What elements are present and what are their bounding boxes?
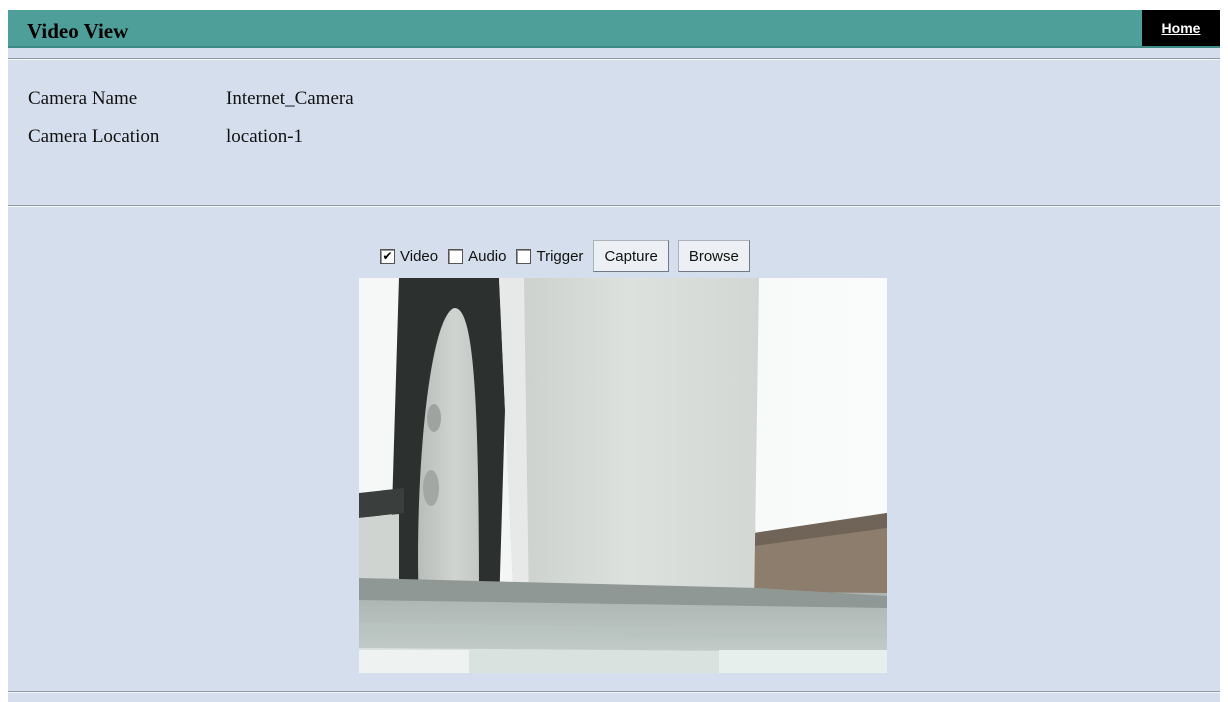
trigger-checkbox-box[interactable] xyxy=(516,248,532,264)
camera-location-value: location-1 xyxy=(226,126,304,147)
top-divider xyxy=(8,58,1220,60)
camera-video-feed xyxy=(359,278,887,673)
title-bar: Video View Home xyxy=(8,10,1220,48)
video-view-page: Video View Home Camera Name Internet_Cam… xyxy=(8,10,1220,702)
audio-checkbox-box[interactable] xyxy=(448,248,464,264)
bottom-divider xyxy=(8,691,1220,693)
video-frame-image xyxy=(359,278,887,673)
trigger-checkbox-label: Trigger xyxy=(536,247,584,265)
video-checkbox-box[interactable]: ✔ xyxy=(380,248,395,264)
camera-location-label: Camera Location xyxy=(28,126,160,147)
capture-button[interactable]: Capture xyxy=(593,240,669,272)
video-controls: ✔ Video Audio Trigger Capture Browse xyxy=(380,239,759,273)
audio-checkbox[interactable]: Audio xyxy=(448,248,506,265)
middle-divider xyxy=(8,205,1220,207)
page-title: Video View xyxy=(27,19,129,43)
home-link[interactable]: Home xyxy=(1142,10,1220,46)
camera-name-value: Internet_Camera xyxy=(226,88,354,109)
video-checkbox[interactable]: ✔ Video xyxy=(380,248,438,265)
trigger-checkbox[interactable]: Trigger xyxy=(516,248,583,265)
video-checkbox-label: Video xyxy=(400,247,439,265)
audio-checkbox-label: Audio xyxy=(468,247,507,265)
browse-button[interactable]: Browse xyxy=(677,240,750,272)
camera-name-label: Camera Name xyxy=(28,88,138,109)
